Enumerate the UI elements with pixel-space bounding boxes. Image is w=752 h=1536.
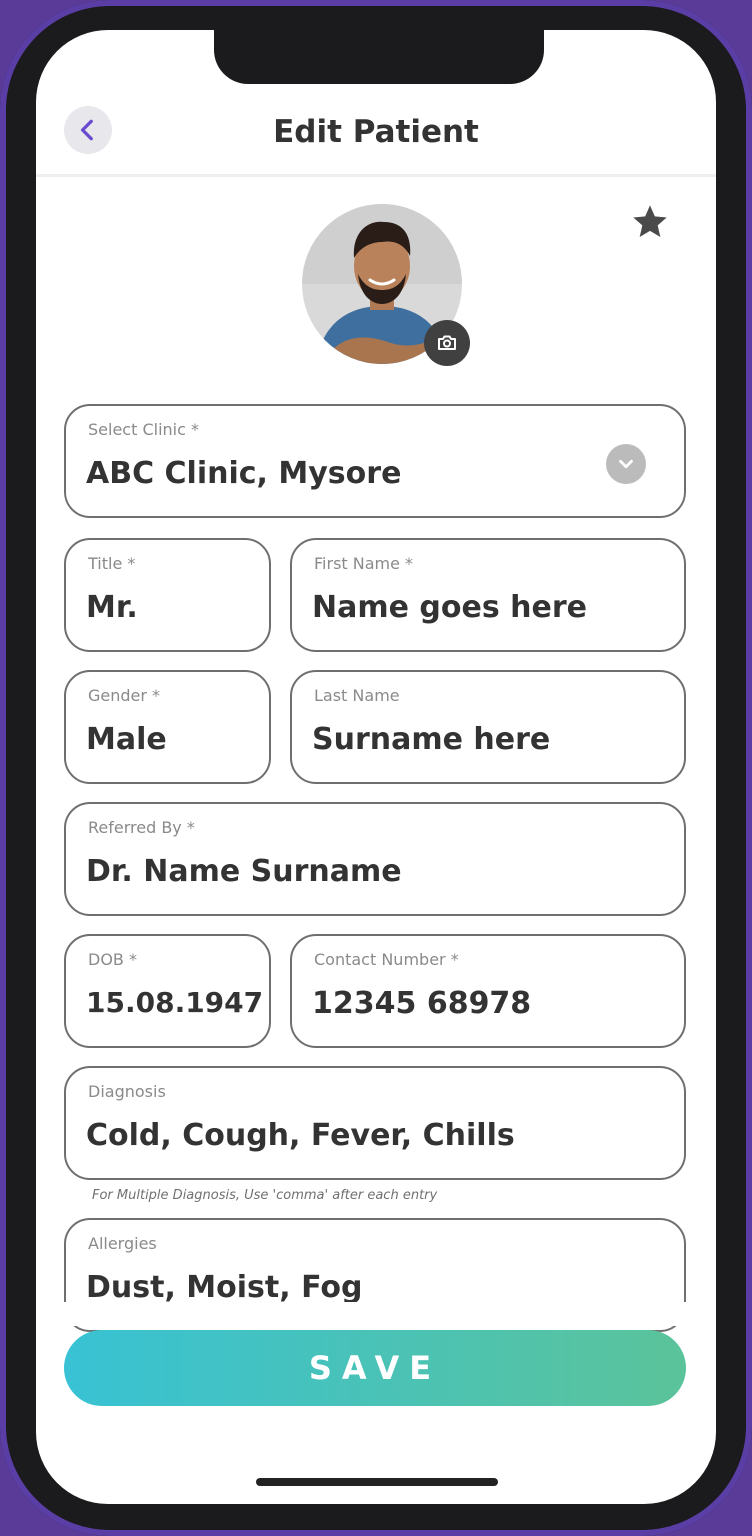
diagnosis-hint: For Multiple Diagnosis, Use 'comma' afte… (92, 1188, 438, 1203)
diagnosis-value: Cold, Cough, Fever, Chills (86, 1118, 515, 1153)
save-button[interactable]: SAVE (64, 1330, 686, 1406)
contact-number-field[interactable]: Contact Number * 12345 68978 (290, 934, 686, 1048)
clinic-label: Select Clinic * (88, 420, 199, 439)
referred-by-value: Dr. Name Surname (86, 854, 402, 889)
gender-label: Gender * (88, 686, 161, 705)
notch (214, 30, 544, 84)
contact-number-label: Contact Number * (314, 950, 459, 969)
change-photo-button[interactable] (424, 320, 470, 366)
last-name-value: Surname here (312, 722, 551, 757)
last-name-field[interactable]: Last Name Surname here (290, 670, 686, 784)
allergies-label: Allergies (88, 1234, 157, 1253)
screen: Edit Patient Select Clinic * ABC Clinic,… (36, 30, 716, 1504)
chevron-down-icon (619, 459, 633, 469)
first-name-value: Name goes here (312, 590, 587, 625)
first-name-field[interactable]: First Name * Name goes here (290, 538, 686, 652)
last-name-label: Last Name (314, 686, 400, 705)
title-field[interactable]: Title * Mr. (64, 538, 271, 652)
dob-label: DOB * (88, 950, 137, 969)
diagnosis-field[interactable]: Diagnosis Cold, Cough, Fever, Chills (64, 1066, 686, 1180)
allergies-value: Dust, Moist, Fog (86, 1270, 363, 1305)
first-name-label: First Name * (314, 554, 414, 573)
dob-value: 15.08.1947 (86, 986, 264, 1019)
gender-field[interactable]: Gender * Male (64, 670, 271, 784)
camera-icon (438, 335, 456, 350)
gender-value: Male (86, 722, 167, 757)
diagnosis-label: Diagnosis (88, 1082, 166, 1101)
home-indicator (256, 1478, 498, 1486)
page-title: Edit Patient (273, 114, 479, 150)
clinic-dropdown-button[interactable] (606, 444, 646, 484)
referred-by-label: Referred By * (88, 818, 195, 837)
clinic-value: ABC Clinic, Mysore (86, 456, 402, 491)
dob-field[interactable]: DOB * 15.08.1947 (64, 934, 271, 1048)
contact-number-value: 12345 68978 (312, 986, 532, 1021)
title-label: Title * (88, 554, 136, 573)
favorite-button[interactable] (630, 202, 670, 242)
star-icon (633, 205, 667, 237)
referred-by-field[interactable]: Referred By * Dr. Name Surname (64, 802, 686, 916)
scroll-clip (36, 1302, 716, 1326)
clinic-select[interactable]: Select Clinic * ABC Clinic, Mysore (64, 404, 686, 518)
title-value: Mr. (86, 590, 138, 625)
phone-frame: Edit Patient Select Clinic * ABC Clinic,… (0, 0, 752, 1536)
